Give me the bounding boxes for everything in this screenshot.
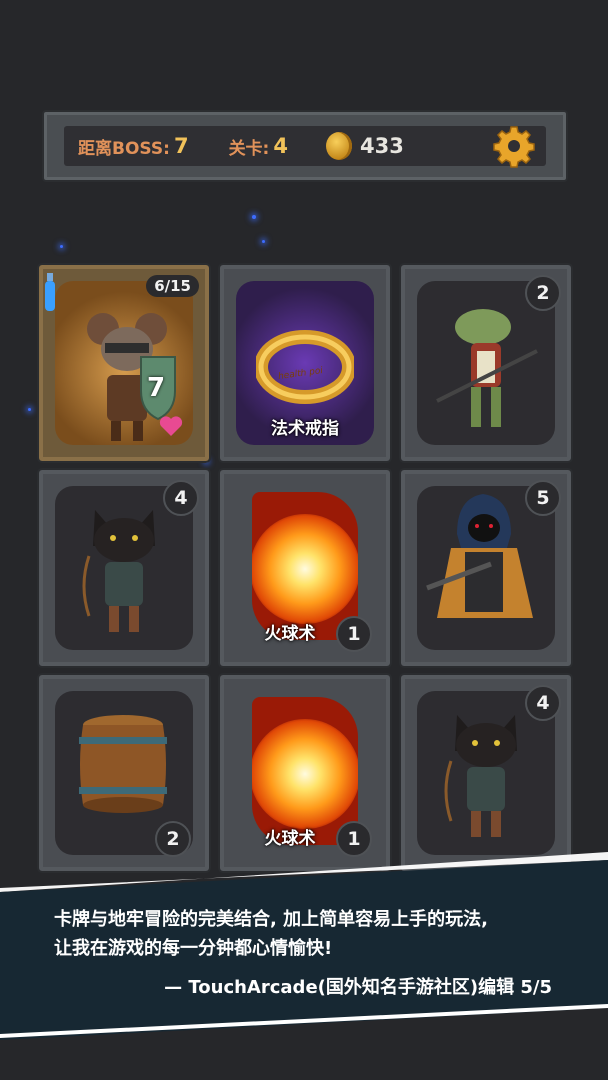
- review-quote-line-1: 卡牌与地牢冒险的完美结合, 加上简单容易上手的玩法,: [54, 909, 488, 930]
- enemy-card[interactable]: 4: [37, 468, 211, 668]
- sparkle: [252, 215, 256, 219]
- boss-distance-value: 7: [173, 134, 189, 158]
- enemy-value-badge: 4: [525, 685, 561, 721]
- fireball-icon: [252, 513, 358, 624]
- card-label: 法术戒指: [271, 419, 339, 439]
- ring-card[interactable]: health poi 法术戒指: [218, 263, 392, 463]
- ring-icon: [256, 330, 354, 404]
- enemy-value-badge: 4: [163, 480, 199, 516]
- fireball-frame: [252, 697, 358, 845]
- spell-value-badge: 1: [336, 821, 372, 857]
- barrel-card[interactable]: 2: [37, 673, 211, 873]
- cat-archer-icon: [444, 715, 517, 837]
- fireball-frame: [252, 492, 358, 640]
- fireball-icon: [252, 718, 358, 829]
- barrel-value-badge: 2: [155, 821, 191, 857]
- review-quote-line-2: 让我在游戏的每一分钟都心情愉快!: [54, 938, 333, 959]
- enemy-card[interactable]: 4: [399, 673, 573, 873]
- enemy-card[interactable]: 2: [399, 263, 573, 463]
- heart-icon: [159, 416, 183, 436]
- shield-value: 7: [147, 373, 166, 403]
- potion-icon: [45, 273, 55, 311]
- gear-icon[interactable]: [492, 124, 536, 168]
- spell-value-badge: 1: [336, 616, 372, 652]
- barrel-icon: [79, 715, 167, 813]
- level-label: 关卡:: [228, 138, 270, 159]
- sparkle: [28, 408, 31, 411]
- review-attribution: — TouchArcade(国外知名手游社区)编辑 5/5: [164, 977, 552, 998]
- hero-card[interactable]: 6/15 7: [37, 263, 211, 463]
- hero-progress-badge: 6/15: [146, 275, 199, 297]
- enemy-value-badge: 2: [525, 275, 561, 311]
- level-value: 4: [273, 134, 288, 158]
- hud-bar: 距离BOSS: 7 关卡: 4 433: [42, 110, 568, 182]
- coin-icon: [326, 132, 352, 160]
- coin-count: 433: [360, 134, 404, 158]
- sparkle: [262, 240, 265, 243]
- spell-card[interactable]: 火球术 1: [218, 673, 392, 873]
- enemy-card[interactable]: 5: [399, 468, 573, 668]
- spell-card[interactable]: 火球术 1: [218, 468, 392, 668]
- enemy-value-badge: 5: [525, 480, 561, 516]
- cat-archer-icon: [82, 510, 155, 632]
- sparkle: [60, 245, 63, 248]
- boss-distance-label: 距离BOSS:: [78, 138, 170, 159]
- lizard-warrior-icon: [436, 309, 538, 427]
- hud-panel: 距离BOSS: 7 关卡: 4 433: [64, 124, 546, 168]
